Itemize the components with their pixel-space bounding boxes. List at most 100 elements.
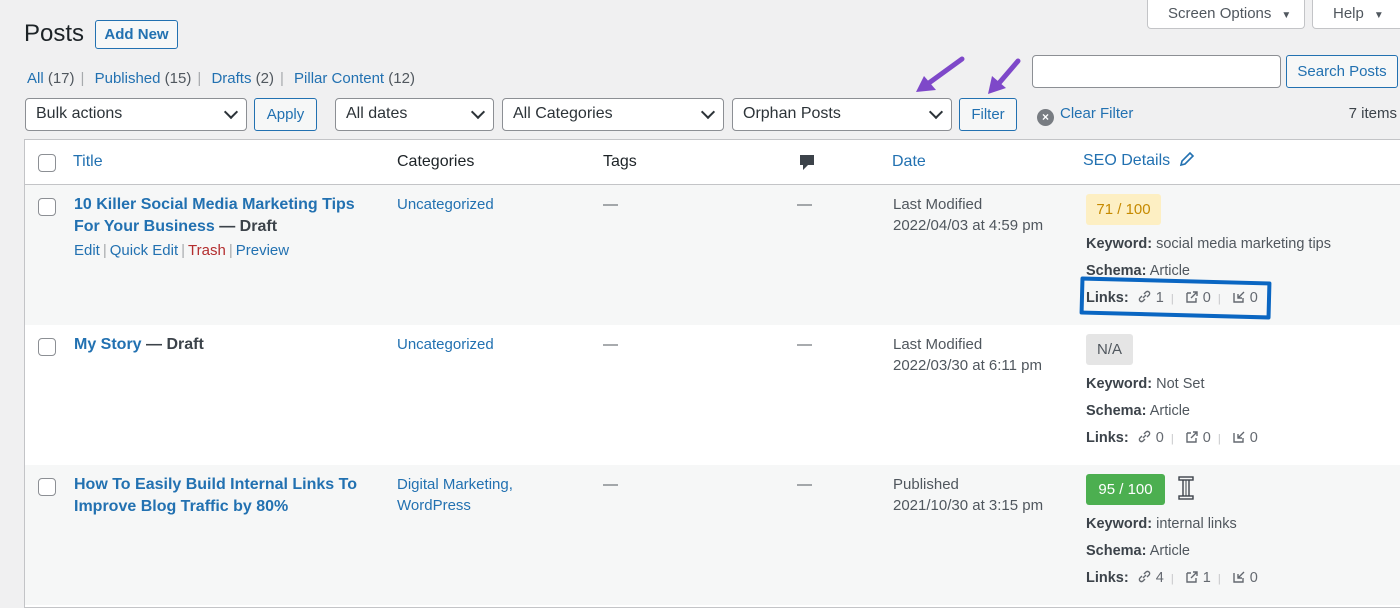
seo-schema: Schema: Article	[1086, 543, 1190, 559]
chevron-down-icon	[470, 104, 486, 120]
category-link[interactable]: Digital Marketing,	[397, 476, 513, 493]
chevron-down-icon	[223, 104, 239, 120]
column-date[interactable]: Date	[892, 153, 926, 171]
view-all-link[interactable]: All (17)	[27, 70, 75, 87]
seo-keyword: Keyword: social media marketing tips	[1086, 236, 1331, 252]
row-checkbox[interactable]	[38, 338, 56, 356]
seo-keyword: Keyword: internal links	[1086, 516, 1237, 532]
internal-link-icon	[1138, 570, 1150, 583]
column-title[interactable]: Title	[73, 153, 103, 171]
seo-details-label: SEO Details	[1083, 152, 1171, 169]
caret-down-icon: ▼	[1281, 10, 1292, 21]
help-tab[interactable]: Help ▼	[1312, 0, 1400, 29]
screen-options-label: Screen Options	[1168, 5, 1272, 22]
post-state: — Draft	[219, 218, 278, 235]
orphan-posts-value: Orphan Posts	[743, 105, 841, 122]
posts-table: Title Categories Tags Date SEO Details 1…	[24, 139, 1400, 608]
clear-filter-label: Clear Filter	[1060, 105, 1134, 122]
incoming-links-count: 0	[1249, 430, 1258, 446]
incoming-links-count: 0	[1249, 570, 1258, 586]
comment-icon[interactable]	[799, 154, 815, 172]
seo-score-badge: N/A	[1086, 334, 1133, 365]
add-new-button[interactable]: Add New	[95, 20, 178, 49]
comments-value: —	[797, 476, 812, 493]
seo-schema: Schema: Article	[1086, 403, 1190, 419]
date-status: Published	[893, 476, 959, 493]
seo-links: Links: 4 | 1 | 0	[1086, 570, 1258, 586]
row-checkbox[interactable]	[38, 478, 56, 496]
comments-value: —	[797, 336, 812, 353]
seo-keyword: Keyword: Not Set	[1086, 376, 1205, 392]
date-value: 2021/10/30 at 3:15 pm	[893, 497, 1044, 514]
date-value: 2022/04/03 at 4:59 pm	[893, 217, 1044, 234]
date-status: Last Modified	[893, 196, 983, 213]
internal-links-count: 0	[1155, 430, 1164, 446]
edit-link[interactable]: Edit	[74, 242, 100, 259]
screen-options-tab[interactable]: Screen Options ▼	[1147, 0, 1305, 29]
category-cell: Digital Marketing, WordPress	[397, 474, 513, 516]
tags-value: —	[603, 476, 618, 493]
select-all-checkbox[interactable]	[38, 154, 56, 172]
clear-filter-link[interactable]: × Clear Filter	[1037, 105, 1133, 126]
bulk-actions-select[interactable]: Bulk actions	[25, 98, 247, 131]
date-value: 2022/03/30 at 6:11 pm	[893, 357, 1043, 374]
internal-link-icon	[1138, 430, 1150, 443]
categories-value: All Categories	[513, 105, 613, 122]
internal-links-count: 4	[1155, 570, 1164, 586]
date-cell: Last Modified 2022/04/03 at 4:59 pm	[893, 194, 1043, 236]
post-search-input[interactable]	[1032, 55, 1281, 88]
category-link[interactable]: Uncategorized	[397, 194, 494, 215]
post-title-cell: 10 Killer Social Media Marketing Tips Fo…	[74, 194, 374, 238]
categories-filter-select[interactable]: All Categories	[502, 98, 724, 131]
clear-icon: ×	[1037, 109, 1054, 126]
post-title-link[interactable]: 10 Killer Social Media Marketing Tips Fo…	[74, 196, 355, 235]
post-title-link[interactable]: My Story	[74, 336, 142, 353]
incoming-link-icon	[1233, 571, 1245, 583]
caret-down-icon: ▼	[1373, 10, 1384, 21]
column-seo-details[interactable]: SEO Details	[1083, 151, 1195, 170]
view-pillar-content-link[interactable]: Pillar Content (12)	[294, 70, 415, 87]
chevron-down-icon	[700, 104, 716, 120]
dates-value: All dates	[346, 105, 408, 122]
seo-score-badge: 71 / 100	[1086, 194, 1161, 225]
tags-value: —	[603, 336, 618, 353]
quick-edit-link[interactable]: Quick Edit	[110, 242, 178, 259]
pillar-content-icon	[1178, 476, 1194, 500]
view-drafts-link[interactable]: Drafts (2)	[211, 70, 274, 87]
external-link-icon	[1186, 571, 1198, 583]
links-highlight-box	[1079, 276, 1272, 320]
external-links-count: 0	[1202, 430, 1211, 446]
trash-link[interactable]: Trash	[188, 242, 226, 259]
help-label: Help	[1333, 5, 1364, 22]
dates-filter-select[interactable]: All dates	[335, 98, 494, 131]
chevron-down-icon	[928, 104, 944, 120]
annotation-arrow-icon	[988, 58, 1021, 94]
table-header: Title Categories Tags Date SEO Details	[25, 140, 1400, 185]
filter-button[interactable]: Filter	[959, 98, 1017, 131]
preview-link[interactable]: Preview	[236, 242, 289, 259]
orphan-posts-select[interactable]: Orphan Posts	[732, 98, 952, 131]
external-links-count: 1	[1202, 570, 1211, 586]
date-cell: Last Modified 2022/03/30 at 6:11 pm	[893, 334, 1042, 376]
annotation-arrow-icon	[916, 56, 965, 92]
items-count: 7 items	[1348, 105, 1397, 122]
comments-value: —	[797, 196, 812, 213]
category-link[interactable]: WordPress	[397, 497, 471, 514]
pencil-icon	[1179, 151, 1194, 167]
incoming-link-icon	[1233, 431, 1245, 443]
category-link[interactable]: Uncategorized	[397, 334, 494, 355]
post-title-cell: How To Easily Build Internal Links To Im…	[74, 474, 374, 518]
view-published-link[interactable]: Published (15)	[95, 70, 192, 87]
page-title: Posts	[24, 20, 85, 47]
post-title-cell: My Story — Draft	[74, 334, 374, 356]
row-checkbox[interactable]	[38, 198, 56, 216]
search-posts-button[interactable]: Search Posts	[1286, 55, 1398, 88]
seo-links: Links: 0 | 0 | 0	[1086, 430, 1258, 446]
date-status: Last Modified	[893, 336, 983, 353]
post-title-link[interactable]: How To Easily Build Internal Links To Im…	[74, 476, 357, 515]
table-row: My Story — Draft Uncategorized — — Last …	[25, 325, 1400, 465]
external-link-icon	[1186, 431, 1198, 443]
apply-button[interactable]: Apply	[254, 98, 317, 131]
post-status-views: All (17) | Published (15) | Drafts (2) | Pi…	[27, 70, 415, 87]
row-actions: Edit | Quick Edit | Trash | Preview	[74, 242, 290, 259]
